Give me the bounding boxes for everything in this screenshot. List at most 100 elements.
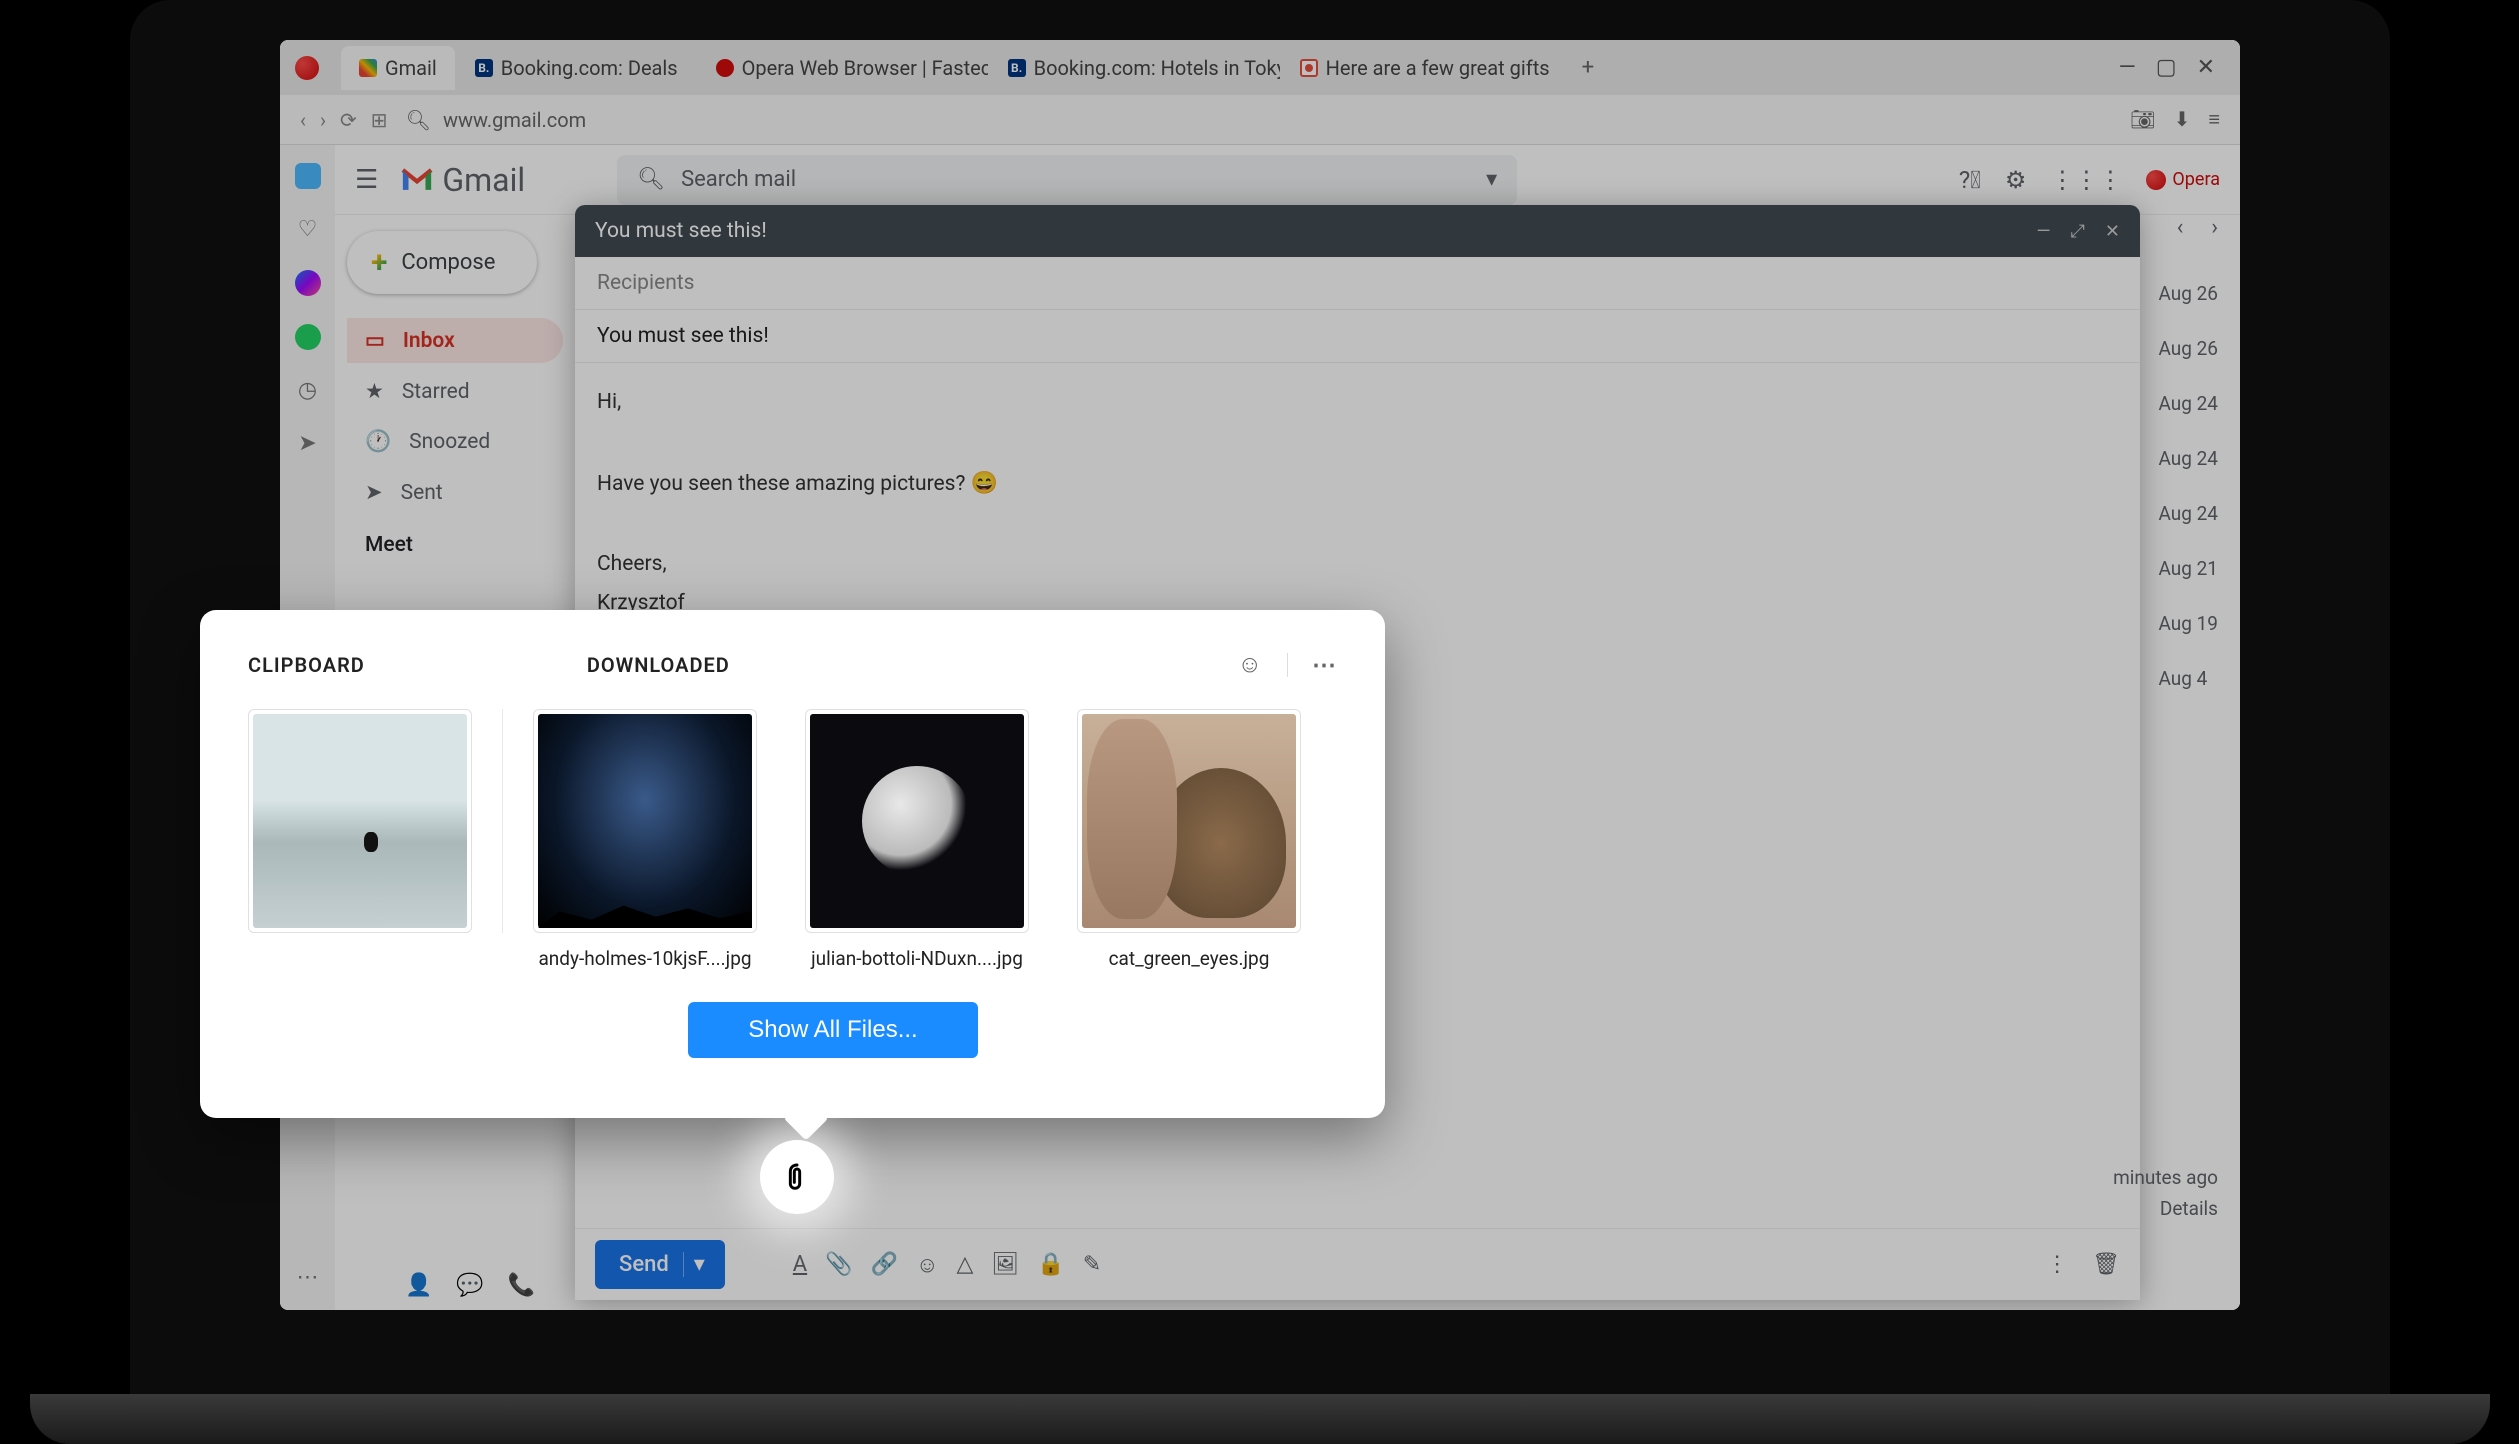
phone-icon[interactable]: 📞 (508, 1273, 535, 1298)
picker-header: CLIPBOARD DOWNLOADED ☺ ⋯ (248, 650, 1337, 679)
opera-badge[interactable]: Opera (2146, 169, 2220, 190)
mail-date: Aug 4 (2158, 667, 2218, 690)
downloaded-file[interactable]: andy-holmes-10kjsF....jpg (533, 709, 757, 970)
window-controls: — ▢ ✕ (2109, 55, 2225, 80)
attach-button-highlight[interactable] (760, 1140, 834, 1214)
mail-date: Aug 26 (2158, 282, 2218, 305)
tab-gmail[interactable]: Gmail (341, 46, 455, 90)
link-icon[interactable]: 🔗 (871, 1252, 898, 1277)
messenger-icon[interactable] (295, 270, 321, 296)
expand-icon[interactable]: ⤢ (2071, 221, 2085, 242)
file-caption: andy-holmes-10kjsF....jpg (533, 947, 757, 970)
tab-booking-hotels[interactable]: B. Booking.com: Hotels in Toky (990, 46, 1280, 90)
format-icon[interactable]: A (793, 1252, 807, 1277)
milky-way-image (538, 714, 752, 928)
send-label: Send (619, 1252, 669, 1277)
trash-icon[interactable]: 🗑 (2092, 1252, 2120, 1277)
person-icon[interactable]: 👤 (405, 1273, 432, 1298)
compose-toolbar: Send ▾ A 📎 🔗 ☺ △ 🖼 🔒 ✎ ⋮ 🗑 (575, 1228, 2140, 1300)
prev-page-icon[interactable]: ‹ (2177, 215, 2184, 240)
search-placeholder: Search mail (681, 167, 796, 192)
compose-title-text: You must see this! (595, 219, 767, 243)
divider (502, 709, 503, 933)
history-icon[interactable]: ◷ (298, 378, 317, 403)
tabs: Gmail B. Booking.com: Deals Opera Web Br… (341, 40, 2099, 95)
back-icon[interactable]: ‹ (300, 108, 306, 132)
menu-icon[interactable]: ☰ (355, 165, 378, 195)
confidential-icon[interactable]: 🔒 (1037, 1252, 1064, 1277)
address-input-wrap[interactable]: 🔍︎ www.gmail.com (406, 108, 2113, 132)
downloaded-section: andy-holmes-10kjsF....jpg julian-bottoli… (533, 709, 1301, 970)
compose-titlebar[interactable]: You must see this! — ⤢ ✕ (575, 215, 2140, 257)
search-input[interactable]: 🔍︎ Search mail ▾ (617, 155, 1517, 205)
apps-grid-icon[interactable]: ⋮⋮⋮ (2050, 166, 2122, 194)
minimize-button[interactable]: — (2119, 55, 2136, 80)
help-icon[interactable]: ?⃝ (1959, 166, 1981, 194)
folder-nav: ▭Inbox ★Starred 🕐Snoozed ➤Sent (347, 318, 563, 515)
more-icon[interactable]: ⋯ (1312, 651, 1337, 679)
send-dropdown-icon[interactable]: ▾ (683, 1252, 715, 1277)
grin-emoji: 😄 (971, 471, 998, 496)
speed-dial-icon[interactable]: ⊞ (371, 108, 388, 132)
chevron-down-icon[interactable]: ▾ (1486, 167, 1497, 192)
nav-starred[interactable]: ★Starred (347, 369, 563, 414)
easy-setup-icon[interactable]: ≡ (2208, 107, 2220, 132)
home-icon[interactable] (295, 163, 321, 189)
forward-icon[interactable]: › (320, 108, 326, 132)
gear-icon[interactable]: ⚙ (2005, 166, 2027, 194)
gmail-icon (359, 59, 377, 77)
image-icon[interactable]: 🖼 (991, 1252, 1019, 1277)
tab-bar: Gmail B. Booking.com: Deals Opera Web Br… (280, 40, 2240, 95)
minimize-icon[interactable]: — (2036, 221, 2050, 242)
compose-button[interactable]: + Compose (347, 231, 537, 294)
picker-header-right: ☺ ⋯ (1237, 650, 1337, 679)
booking-icon: B. (1008, 59, 1026, 77)
recipients-input[interactable]: Recipients (575, 257, 2140, 310)
pen-icon[interactable]: ✎ (1083, 1252, 1101, 1277)
camera-icon[interactable]: 📷︎ (2130, 107, 2155, 132)
downloaded-file[interactable]: julian-bottoli-NDuxn....jpg (805, 709, 1029, 970)
whatsapp-icon[interactable] (295, 324, 321, 350)
chat-icon[interactable]: 💬 (456, 1273, 483, 1298)
tab-opera-browser[interactable]: Opera Web Browser | Fastec (698, 46, 988, 90)
chat-bar: 👤 💬 📞 (405, 1273, 535, 1298)
gmail-m-icon (400, 167, 434, 193)
mail-footer: minutes ago Details (2113, 1166, 2218, 1220)
close-button[interactable]: ✕ (2197, 55, 2215, 80)
body-line: Have you seen these amazing pictures? (597, 472, 965, 496)
nav-snoozed[interactable]: 🕐Snoozed (347, 420, 563, 464)
smile-icon[interactable]: ☺ (1237, 650, 1263, 679)
nav-sent[interactable]: ➤Sent (347, 470, 563, 515)
file-picker-popup: CLIPBOARD DOWNLOADED ☺ ⋯ andy-holmes-10k… (200, 610, 1385, 1118)
show-all-files-button[interactable]: Show All Files... (688, 1002, 978, 1058)
plus-icon: + (371, 245, 387, 280)
subject-input[interactable]: You must see this! (575, 310, 2140, 363)
nav-inbox[interactable]: ▭Inbox (347, 318, 563, 363)
clipboard-section (248, 709, 472, 933)
tab-booking-deals[interactable]: B. Booking.com: Deals (457, 46, 696, 90)
next-page-icon[interactable]: › (2211, 215, 2218, 240)
downloaded-file[interactable]: cat_green_eyes.jpg (1077, 709, 1301, 970)
close-icon[interactable]: ✕ (2105, 221, 2120, 242)
download-icon[interactable]: ⬇ (2174, 107, 2191, 132)
more-icon[interactable]: ⋯ (297, 1265, 319, 1290)
mail-date: Aug 24 (2158, 392, 2218, 415)
tab-gifts[interactable]: Here are a few great gifts (1282, 46, 1568, 90)
sent-icon: ➤ (365, 480, 383, 505)
tab-label: Here are a few great gifts (1326, 56, 1550, 80)
attach-icon[interactable]: 📎 (825, 1252, 852, 1277)
details-link[interactable]: Details (2113, 1197, 2218, 1220)
reload-icon[interactable]: ⟳ (340, 108, 357, 132)
new-tab-button[interactable]: + (1570, 55, 1606, 80)
more-icon[interactable]: ⋮ (2046, 1252, 2068, 1277)
mail-date: Aug 24 (2158, 447, 2218, 470)
downloaded-label: DOWNLOADED (587, 653, 730, 677)
heart-icon[interactable]: ♡ (298, 217, 318, 242)
maximize-button[interactable]: ▢ (2156, 55, 2177, 80)
meet-section-label: Meet (347, 515, 563, 565)
send-icon[interactable]: ➤ (298, 431, 316, 456)
emoji-icon[interactable]: ☺ (916, 1252, 938, 1278)
drive-icon[interactable]: △ (956, 1252, 973, 1277)
send-button[interactable]: Send ▾ (595, 1240, 725, 1289)
clipboard-thumbnail[interactable] (248, 709, 472, 933)
